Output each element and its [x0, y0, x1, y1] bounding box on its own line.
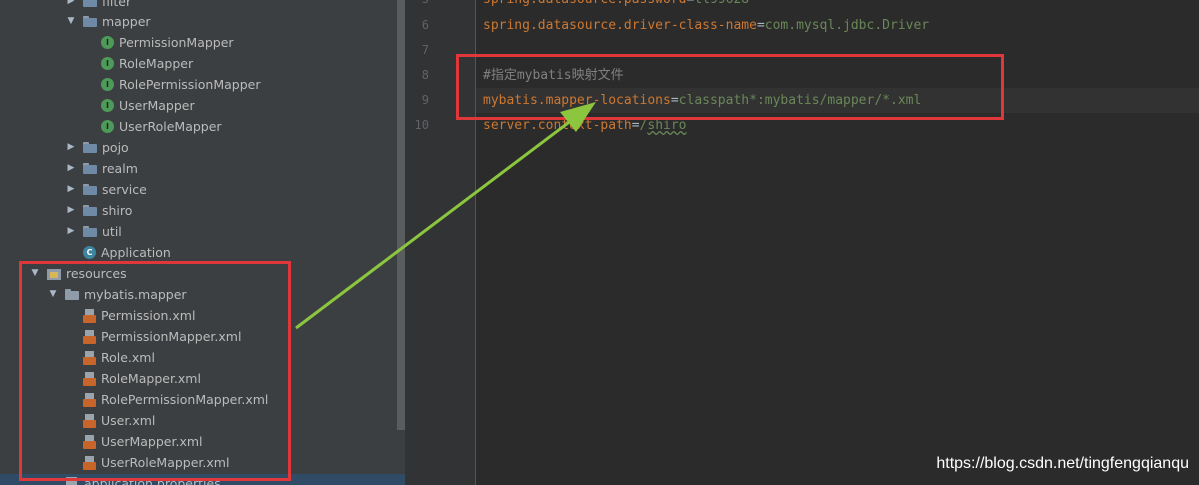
annotation-arrow [295, 102, 596, 330]
arrow-shaft [295, 118, 573, 330]
arrow-head [560, 102, 596, 132]
watermark-text: https://blog.csdn.net/tingfengqianqu [936, 455, 1189, 472]
